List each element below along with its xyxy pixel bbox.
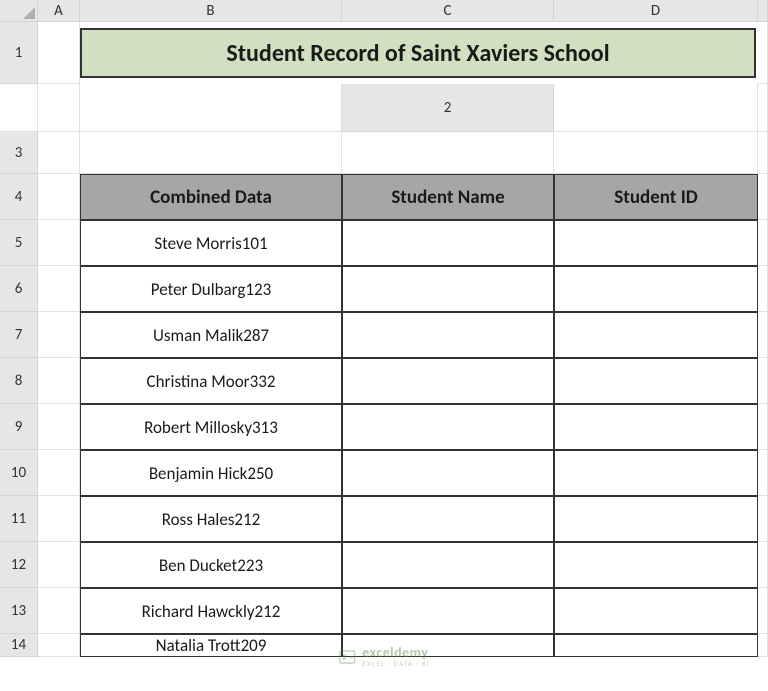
cell-A5[interactable] <box>38 220 80 266</box>
row-header-8[interactable]: 8 <box>0 358 38 404</box>
table-cell-combined[interactable]: Usman Malik287 <box>80 312 342 358</box>
table-cell-id[interactable] <box>554 496 758 542</box>
row-header-10[interactable]: 10 <box>0 450 38 496</box>
table-cell-combined[interactable]: Richard Hawckly212 <box>80 588 342 634</box>
table-cell-combined[interactable]: Benjamin Hick250 <box>80 450 342 496</box>
table-cell-id[interactable] <box>554 588 758 634</box>
row-header-12[interactable]: 12 <box>0 542 38 588</box>
cell-A4[interactable] <box>38 174 80 220</box>
cell-extra4[interactable] <box>758 174 768 220</box>
cell-extra8[interactable] <box>758 358 768 404</box>
cell-extra6[interactable] <box>758 266 768 312</box>
cell-extra13[interactable] <box>758 588 768 634</box>
cell-A6[interactable] <box>38 266 80 312</box>
cell-A2[interactable] <box>554 84 758 132</box>
cell-A10[interactable] <box>38 450 80 496</box>
table-cell-id[interactable] <box>554 358 758 404</box>
cell-D3[interactable] <box>554 132 758 174</box>
table-cell-combined[interactable]: Ross Hales212 <box>80 496 342 542</box>
table-cell-combined[interactable]: Peter Dulbarg123 <box>80 266 342 312</box>
table-cell-name[interactable] <box>342 404 554 450</box>
select-all-corner[interactable] <box>0 0 38 22</box>
cell-B3[interactable] <box>80 132 342 174</box>
col-header-C[interactable]: C <box>342 0 554 22</box>
table-cell-combined[interactable]: Steve Morris101 <box>80 220 342 266</box>
row-header-14[interactable]: 14 <box>0 634 38 657</box>
cell-A7[interactable] <box>38 312 80 358</box>
spreadsheet-grid: A B C D 1 2 Student Record of Saint Xavi… <box>0 0 768 657</box>
table-cell-id[interactable] <box>554 266 758 312</box>
cell-D1[interactable] <box>38 84 80 132</box>
cell-C3[interactable] <box>342 132 554 174</box>
table-cell-name[interactable] <box>342 358 554 404</box>
col-header-A[interactable]: A <box>38 0 80 22</box>
col-header-D[interactable]: D <box>554 0 758 22</box>
cell-extra1[interactable] <box>80 84 342 132</box>
cell-A9[interactable] <box>38 404 80 450</box>
cell-A3[interactable] <box>38 132 80 174</box>
cell-A8[interactable] <box>38 358 80 404</box>
table-cell-name[interactable] <box>342 266 554 312</box>
table-cell-id[interactable] <box>554 634 758 657</box>
row-header-2[interactable]: 2 <box>342 84 554 132</box>
table-cell-combined[interactable]: Natalia Trott209 <box>80 634 342 657</box>
watermark-sub: EXCEL · DATA · BI <box>362 660 429 667</box>
row-header-3[interactable]: 3 <box>0 132 38 174</box>
table-cell-combined[interactable]: Christina Moor332 <box>80 358 342 404</box>
row-header-1[interactable]: 1 <box>0 22 38 84</box>
table-cell-name[interactable] <box>342 450 554 496</box>
table-cell-id[interactable] <box>554 450 758 496</box>
col-header-B[interactable]: B <box>80 0 342 22</box>
table-cell-name[interactable] <box>342 496 554 542</box>
cell-A11[interactable] <box>38 496 80 542</box>
cell-A12[interactable] <box>38 542 80 588</box>
table-cell-id[interactable] <box>554 220 758 266</box>
table-cell-name[interactable] <box>342 220 554 266</box>
cell-extra11[interactable] <box>758 496 768 542</box>
cell-extra7[interactable] <box>758 312 768 358</box>
cell-extra3[interactable] <box>758 132 768 174</box>
row-header-11[interactable]: 11 <box>0 496 38 542</box>
header-student-id[interactable]: Student ID <box>554 174 758 220</box>
table-cell-name[interactable] <box>342 542 554 588</box>
cell-A13[interactable] <box>38 588 80 634</box>
cell-A1[interactable] <box>38 22 80 84</box>
cell-C1[interactable] <box>0 84 38 132</box>
watermark: exceldemy EXCEL · DATA · BI <box>338 646 429 667</box>
cell-extra14[interactable] <box>758 634 768 657</box>
row-header-13[interactable]: 13 <box>0 588 38 634</box>
table-cell-name[interactable] <box>342 312 554 358</box>
header-student-name[interactable]: Student Name <box>342 174 554 220</box>
cell-B1[interactable] <box>758 22 768 84</box>
row-header-7[interactable]: 7 <box>0 312 38 358</box>
row-header-9[interactable]: 9 <box>0 404 38 450</box>
col-header-extra[interactable] <box>758 0 768 22</box>
row-header-5[interactable]: 5 <box>0 220 38 266</box>
title-merged-cell[interactable]: Student Record of Saint Xaviers School <box>80 28 756 78</box>
cell-extra10[interactable] <box>758 450 768 496</box>
table-cell-id[interactable] <box>554 542 758 588</box>
exceldemy-logo-icon <box>338 648 356 666</box>
header-combined-data[interactable]: Combined Data <box>80 174 342 220</box>
cell-extra2[interactable] <box>758 84 768 132</box>
table-cell-name[interactable] <box>342 588 554 634</box>
cell-extra5[interactable] <box>758 220 768 266</box>
cell-extra12[interactable] <box>758 542 768 588</box>
row-header-6[interactable]: 6 <box>0 266 38 312</box>
table-cell-combined[interactable]: Ben Ducket223 <box>80 542 342 588</box>
cell-extra9[interactable] <box>758 404 768 450</box>
row-header-4[interactable]: 4 <box>0 174 38 220</box>
cell-A14[interactable] <box>38 634 80 657</box>
table-cell-id[interactable] <box>554 404 758 450</box>
table-cell-id[interactable] <box>554 312 758 358</box>
watermark-main: exceldemy <box>362 646 429 660</box>
table-cell-combined[interactable]: Robert Millosky313 <box>80 404 342 450</box>
